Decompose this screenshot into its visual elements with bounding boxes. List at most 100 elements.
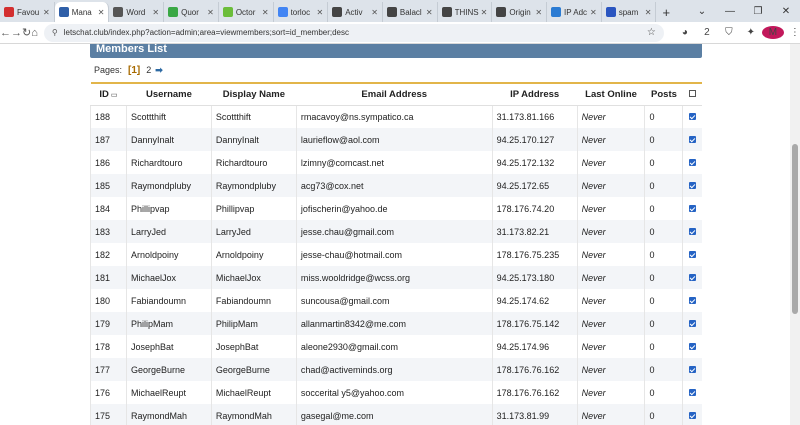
member-username[interactable]: GeorgeBurne: [125, 358, 212, 381]
member-select-cell[interactable]: [682, 105, 702, 128]
member-username[interactable]: RaymondMah: [125, 404, 212, 425]
browser-tab[interactable]: Mana ✕: [54, 2, 110, 22]
member-email[interactable]: suncousa@gmail.com: [295, 289, 493, 312]
member-checkbox[interactable]: [689, 204, 697, 212]
member-ip[interactable]: 31.173.82.21: [491, 220, 578, 243]
member-username[interactable]: Scottthift: [125, 105, 212, 128]
col-username[interactable]: Username: [126, 83, 212, 106]
tab-search-icon[interactable]: ⌄: [688, 6, 716, 17]
member-username[interactable]: Fabiandoumn: [125, 289, 212, 312]
member-username[interactable]: Richardtouro: [125, 151, 212, 174]
tab-close-icon[interactable]: ✕: [481, 8, 488, 17]
member-ip[interactable]: 31.173.81.99: [491, 404, 578, 425]
member-email[interactable]: rmacavoy@ns.sympatico.ca: [295, 105, 493, 128]
tab-close-icon[interactable]: ✕: [262, 8, 269, 17]
member-ip[interactable]: 178.176.75.142: [491, 312, 578, 335]
member-username[interactable]: JosephBat: [125, 335, 212, 358]
browser-tab[interactable]: Octor ✕: [219, 2, 274, 22]
tab-close-icon[interactable]: ✕: [152, 8, 159, 17]
member-username[interactable]: DannyInalt: [125, 128, 212, 151]
extension-badge-icon[interactable]: 2: [696, 27, 718, 38]
member-checkbox[interactable]: [689, 273, 697, 281]
member-username[interactable]: Arnoldpoiny: [125, 243, 212, 266]
browser-tab[interactable]: spam ✕: [602, 2, 657, 22]
extensions-puzzle-icon[interactable]: ✦: [740, 27, 762, 38]
member-select-cell[interactable]: [682, 404, 702, 425]
member-ip[interactable]: 94.25.170.127: [491, 128, 578, 151]
member-username[interactable]: MichaelJox: [125, 266, 212, 289]
member-ip[interactable]: 94.25.173.180: [491, 266, 578, 289]
member-email[interactable]: aleone2930@gmail.com: [295, 335, 493, 358]
member-ip[interactable]: 178.176.75.235: [491, 243, 578, 266]
member-username[interactable]: LarryJed: [125, 220, 212, 243]
member-email[interactable]: chad@activeminds.org: [295, 358, 493, 381]
browser-tab[interactable]: Origin ✕: [492, 2, 548, 22]
browser-tab[interactable]: Activ ✕: [328, 2, 383, 22]
col-email[interactable]: Email Address: [296, 83, 493, 106]
browser-tab[interactable]: Word ✕: [109, 2, 165, 22]
site-info-icon[interactable]: ⚲: [52, 28, 58, 37]
reload-icon[interactable]: ↻: [22, 26, 31, 39]
col-last-online[interactable]: Last Online: [577, 83, 645, 106]
member-select-cell[interactable]: [682, 197, 702, 220]
tab-close-icon[interactable]: ✕: [645, 8, 652, 17]
member-select-cell[interactable]: [682, 220, 702, 243]
tab-close-icon[interactable]: ✕: [207, 8, 214, 17]
member-email[interactable]: soccerital y5@yahoo.com: [295, 381, 493, 404]
close-window-icon[interactable]: ✕: [772, 6, 800, 17]
member-checkbox[interactable]: [689, 250, 697, 258]
member-ip[interactable]: 31.173.81.166: [491, 105, 578, 128]
member-ip[interactable]: 178.176.74.20: [491, 197, 578, 220]
page-scrollbar[interactable]: [790, 44, 800, 425]
select-all-checkbox[interactable]: [688, 89, 696, 97]
col-posts[interactable]: Posts: [644, 83, 683, 106]
col-display-name[interactable]: Display Name: [211, 83, 297, 106]
tab-close-icon[interactable]: ✕: [371, 8, 378, 17]
member-select-cell[interactable]: [682, 358, 702, 381]
tab-close-icon[interactable]: ✕: [317, 8, 324, 17]
tab-close-icon[interactable]: ✕: [98, 8, 105, 17]
member-username[interactable]: Raymondpluby: [125, 174, 212, 197]
member-checkbox[interactable]: [689, 411, 697, 419]
member-checkbox[interactable]: [689, 319, 697, 327]
member-ip[interactable]: 94.25.172.65: [491, 174, 578, 197]
col-ip[interactable]: IP Address: [492, 83, 578, 106]
tab-close-icon[interactable]: ✕: [426, 8, 433, 17]
bookmark-star-icon[interactable]: ☆: [647, 27, 656, 38]
member-email[interactable]: acg73@cox.net: [295, 174, 493, 197]
next-page-arrow-icon[interactable]: ➡: [155, 65, 163, 76]
tab-close-icon[interactable]: ✕: [535, 8, 542, 17]
member-checkbox[interactable]: [689, 365, 697, 373]
scrollbar-thumb[interactable]: [792, 144, 798, 314]
new-tab-icon[interactable]: +: [656, 2, 676, 22]
maximize-icon[interactable]: ❐: [744, 6, 772, 17]
member-checkbox[interactable]: [689, 388, 697, 396]
browser-menu-icon[interactable]: ⋮: [784, 27, 800, 38]
member-select-cell[interactable]: [682, 174, 702, 197]
member-ip[interactable]: 178.176.76.162: [491, 358, 578, 381]
member-checkbox[interactable]: [689, 227, 697, 235]
member-select-cell[interactable]: [682, 243, 702, 266]
minimize-icon[interactable]: —: [716, 6, 744, 17]
browser-tab[interactable]: IP Adc ✕: [547, 2, 602, 22]
member-select-cell[interactable]: [682, 266, 702, 289]
member-select-cell[interactable]: [682, 312, 702, 335]
filter-extension-icon[interactable]: ⛉: [718, 27, 740, 38]
address-url[interactable]: letschat.club/index.php?action=admin;are…: [64, 28, 647, 37]
member-email[interactable]: lzimny@comcast.net: [295, 151, 493, 174]
browser-tab[interactable]: Balacl ✕: [383, 2, 438, 22]
member-ip[interactable]: 94.25.174.62: [491, 289, 578, 312]
member-username[interactable]: MichaelReupt: [125, 381, 212, 404]
member-select-cell[interactable]: [682, 289, 702, 312]
page-link-2[interactable]: 2: [146, 65, 151, 75]
member-checkbox[interactable]: [689, 296, 697, 304]
member-checkbox[interactable]: [689, 158, 697, 166]
member-email[interactable]: gasegal@me.com: [295, 404, 493, 425]
member-select-cell[interactable]: [682, 151, 702, 174]
member-select-cell[interactable]: [682, 128, 702, 151]
member-checkbox[interactable]: [689, 181, 697, 189]
browser-tab[interactable]: Quor ✕: [164, 2, 219, 22]
member-username[interactable]: Phillipvap: [125, 197, 212, 220]
member-ip[interactable]: 94.25.172.132: [491, 151, 578, 174]
browser-tab[interactable]: THINS ✕: [438, 2, 493, 22]
